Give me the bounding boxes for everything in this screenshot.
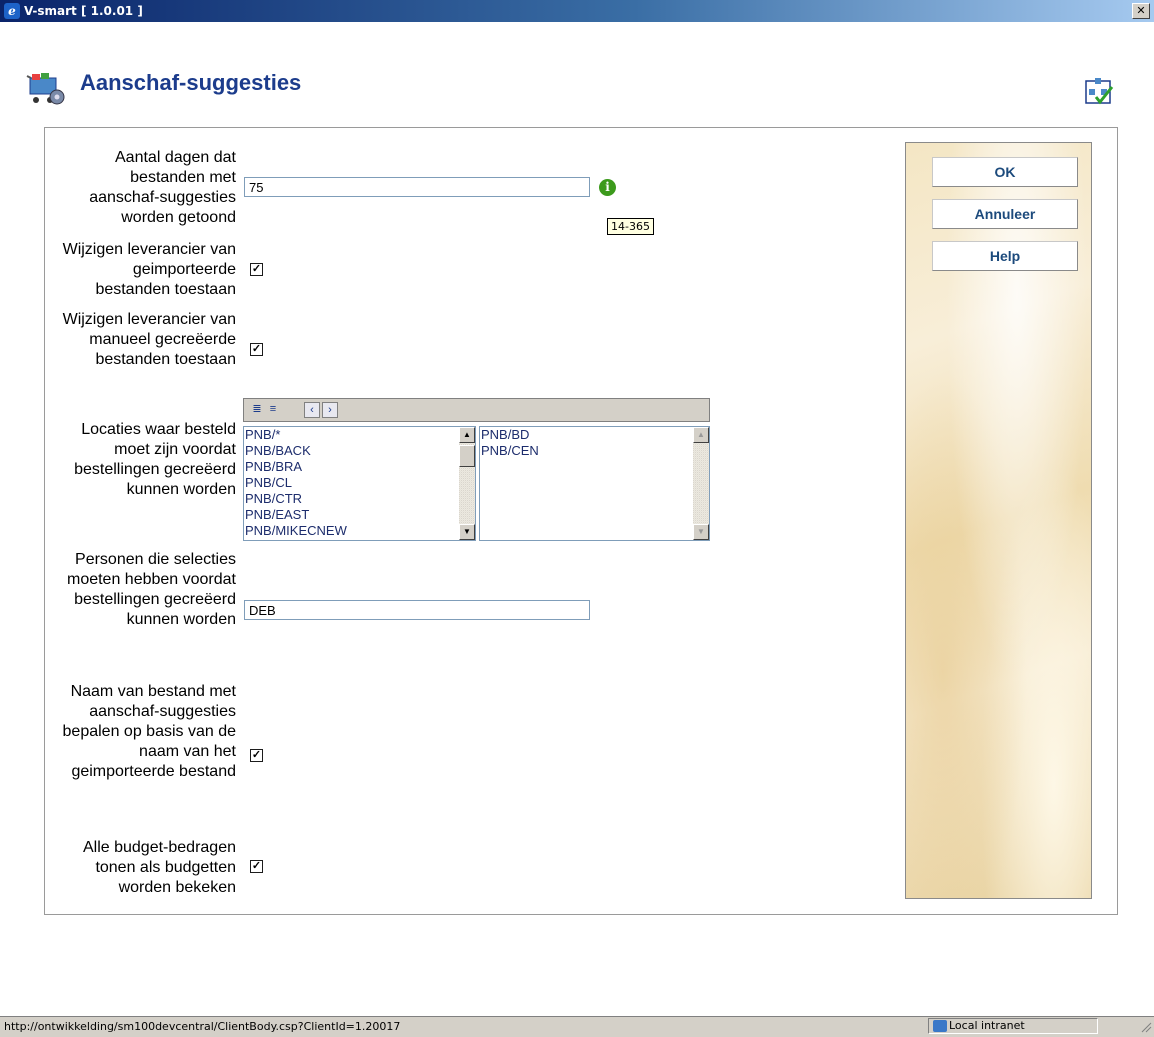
intranet-icon xyxy=(933,1020,947,1032)
change-supplier-imported-label: Wijzigen leverancier van geimporteerde b… xyxy=(62,241,236,298)
persons-label: Personen die selecties moeten hebben voo… xyxy=(66,551,236,628)
range-tooltip: 14-365 xyxy=(607,218,654,235)
selected-locations-list[interactable]: PNB/BD PNB/CEN ▲ ▼ xyxy=(479,426,710,541)
scrollbar[interactable]: ▲ ▼ xyxy=(693,427,709,540)
change-supplier-imported-checkbox[interactable]: ✓ xyxy=(250,263,263,276)
list-toolbar: ≣ ≡ ‹ › xyxy=(243,398,710,422)
days-label: Aantal dagen dat bestanden met aanschaf-… xyxy=(89,149,236,226)
days-input[interactable] xyxy=(244,177,590,197)
list-item[interactable]: PNB/CEN xyxy=(480,443,709,459)
info-icon[interactable]: i xyxy=(599,179,616,196)
filename-from-import-label: Naam van bestand met aanschaf-suggesties… xyxy=(62,683,236,780)
list-item[interactable]: PNB/BRA xyxy=(244,459,475,475)
status-url: http://ontwikkelding/sm100devcentral/Cli… xyxy=(4,1020,401,1033)
status-bar: http://ontwikkelding/sm100devcentral/Cli… xyxy=(0,1016,1154,1037)
list-item[interactable]: PNB/MIKECNEW xyxy=(244,523,475,539)
list-item[interactable]: PNB/CTR xyxy=(244,491,475,507)
window-titlebar: e V-smart [ 1.0.01 ] ✕ xyxy=(0,0,1154,22)
zone-label: Local intranet xyxy=(949,1019,1025,1032)
move-right-icon[interactable]: › xyxy=(322,402,338,418)
scroll-up-icon[interactable]: ▲ xyxy=(459,427,475,443)
resize-grip-icon[interactable] xyxy=(1138,1019,1152,1033)
move-left-icon[interactable]: ‹ xyxy=(304,402,320,418)
filename-from-import-checkbox[interactable]: ✓ xyxy=(250,749,263,762)
scroll-thumb[interactable] xyxy=(459,445,475,467)
ok-button[interactable]: OK xyxy=(932,157,1078,187)
scroll-up-icon[interactable]: ▲ xyxy=(693,427,709,443)
cancel-button[interactable]: Annuleer xyxy=(932,199,1078,229)
list-item[interactable]: PNB/* xyxy=(244,427,475,443)
scroll-down-icon[interactable]: ▼ xyxy=(693,524,709,540)
security-zone: Local intranet xyxy=(928,1018,1098,1034)
available-locations-list[interactable]: PNB/* PNB/BACK PNB/BRA PNB/CL PNB/CTR PN… xyxy=(243,426,476,541)
browser-icon: e xyxy=(4,3,20,19)
show-budget-amounts-checkbox[interactable]: ✓ xyxy=(250,860,263,873)
scrollbar[interactable]: ▲ ▼ xyxy=(459,427,475,540)
window-title: V-smart [ 1.0.01 ] xyxy=(24,4,143,18)
shopping-cart-gear-icon xyxy=(26,73,65,105)
workflow-help-icon[interactable] xyxy=(1084,77,1114,105)
select-all-icon[interactable]: ≣ xyxy=(250,402,264,416)
deselect-all-icon[interactable]: ≡ xyxy=(266,402,280,416)
list-item[interactable]: PNB/CL xyxy=(244,475,475,491)
show-budget-amounts-label: Alle budget-bedragen tonen als budgetten… xyxy=(82,839,236,896)
list-item[interactable]: PNB/BD xyxy=(480,427,709,443)
close-window-button[interactable]: ✕ xyxy=(1132,3,1150,19)
page-title: Aanschaf-suggesties xyxy=(80,70,302,95)
change-supplier-manual-checkbox[interactable]: ✓ xyxy=(250,343,263,356)
list-item[interactable]: PNB/EAST xyxy=(244,507,475,523)
persons-input[interactable] xyxy=(244,600,590,620)
locations-label: Locaties waar besteld moet zijn voordat … xyxy=(74,421,236,498)
list-item[interactable]: PNB/BACK xyxy=(244,443,475,459)
change-supplier-manual-label: Wijzigen leverancier van manueel gecreëe… xyxy=(62,311,236,368)
scroll-down-icon[interactable]: ▼ xyxy=(459,524,475,540)
help-button[interactable]: Help xyxy=(932,241,1078,271)
